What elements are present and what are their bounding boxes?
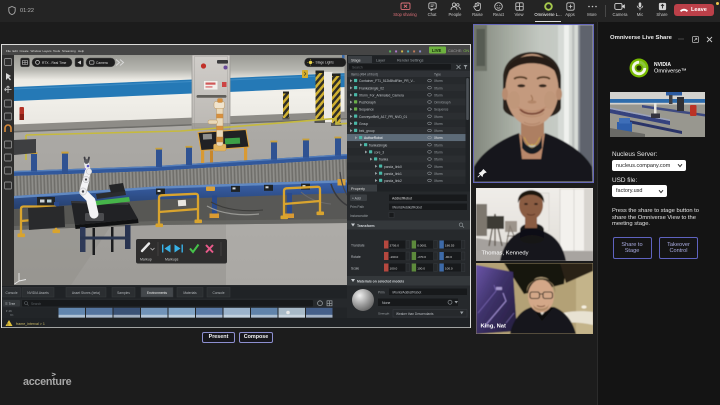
svg-text:100.0: 100.0	[390, 266, 398, 270]
svg-text:CACHE: ON: CACHE: ON	[448, 49, 469, 53]
svg-text:bek_group: bek_group	[359, 129, 375, 133]
svg-text:File: File	[6, 49, 11, 53]
svg-text:Xform: Xform	[434, 129, 443, 133]
svg-text:Xform: Xform	[434, 179, 443, 183]
svg-text:Console: Console	[212, 291, 224, 295]
svg-text:186.55: 186.55	[445, 243, 455, 247]
svg-text:Camera: Camera	[96, 61, 108, 65]
svg-text:Strength: Strength	[378, 312, 390, 316]
svg-text:AuthorRobot: AuthorRobot	[364, 136, 383, 140]
svg-text:Xform: Xform	[434, 151, 443, 155]
svg-text:100.0: 100.0	[417, 266, 425, 270]
svg-text:Xform: Xform	[434, 93, 443, 97]
svg-text:LIVE: LIVE	[432, 48, 442, 53]
svg-text:Help: Help	[78, 49, 85, 53]
svg-text:Thomas, Kennedy: Thomas, Kennedy	[482, 251, 529, 257]
svg-text:Edit: Edit	[13, 49, 18, 53]
svg-text:-270.0: -270.0	[417, 255, 426, 259]
svg-text:-160.0: -160.0	[390, 255, 399, 259]
svg-text:Markup: Markup	[140, 258, 152, 262]
svg-text:Render Settings: Render Settings	[397, 58, 424, 62]
svg-text:NVIDIA Assets: NVIDIA Assets	[27, 291, 49, 295]
svg-text:FrankaSingle_02: FrankaSingle_02	[359, 86, 384, 90]
svg-text:Environments: Environments	[147, 291, 168, 295]
svg-text:!: !	[7, 322, 8, 326]
svg-text:Asset Stores (beta): Asset Stores (beta)	[72, 291, 100, 295]
svg-text:/World/AddksfRobot: /World/AddksfRobot	[392, 291, 421, 295]
svg-text:panda_link0: panda_link0	[384, 165, 402, 169]
svg-text:Scale: Scale	[351, 266, 359, 270]
svg-text:Layers: Layers	[43, 49, 53, 53]
svg-text:-90.0: -90.0	[445, 255, 452, 259]
svg-text:Window: Window	[31, 49, 43, 53]
svg-text:3756.0: 3756.0	[390, 243, 400, 247]
svg-text:frame_interval > 1: frame_interval > 1	[16, 322, 45, 326]
svg-text:Sequence: Sequence	[434, 108, 449, 112]
svg-text:Tools: Tools	[53, 49, 61, 53]
svg-text:franka: franka	[379, 158, 388, 162]
svg-text:Xform: Xform	[434, 143, 443, 147]
svg-text:panda_link2: panda_link2	[384, 179, 402, 183]
svg-text:Property: Property	[351, 187, 365, 191]
svg-text:☰ Tree: ☰ Tree	[5, 302, 15, 306]
svg-text:RTX - Real Time: RTX - Real Time	[42, 61, 66, 65]
svg-text:Samples: Samples	[117, 291, 130, 295]
svg-text:OmniGraph: OmniGraph	[434, 101, 451, 105]
svg-text:None: None	[382, 301, 390, 305]
svg-text:PushGraph: PushGraph	[359, 101, 376, 105]
svg-text:Instanceable: Instanceable	[350, 214, 368, 218]
svg-text:Xform: Xform	[434, 115, 443, 119]
svg-text:8K: 8K	[10, 313, 14, 317]
svg-text:NVIDIA: NVIDIA	[654, 62, 671, 68]
svg-text:Xform_For_Animated_Camera: Xform_For_Animated_Camera	[359, 93, 404, 97]
svg-text:Search: Search	[31, 302, 41, 306]
svg-text:Weaker than Descendants: Weaker than Descendants	[396, 312, 434, 316]
svg-text:panda_link1: panda_link1	[384, 172, 402, 176]
svg-text:Streaming: Streaming	[62, 49, 76, 53]
svg-text:0.0001: 0.0001	[417, 243, 427, 247]
svg-text:Xform: Xform	[434, 86, 443, 90]
svg-text:Xform: Xform	[434, 79, 443, 83]
svg-text:Xform: Xform	[434, 122, 443, 126]
svg-text:Stage Lights: Stage Lights	[316, 61, 335, 65]
svg-text:AddksfRobot: AddksfRobot	[392, 197, 412, 201]
svg-text:Materials on selected models: Materials on selected models	[357, 280, 404, 284]
svg-text:Items (494 of front): Items (494 of front)	[351, 73, 378, 77]
svg-text:Materials: Materials	[183, 291, 197, 295]
svg-text:Rotate: Rotate	[351, 255, 361, 259]
svg-text:Transform: Transform	[357, 224, 375, 228]
svg-text:Markups: Markups	[165, 258, 179, 262]
svg-text:Xform: Xform	[434, 136, 443, 140]
svg-text:Xform: Xform	[434, 165, 443, 169]
svg-text:Console: Console	[5, 291, 17, 295]
svg-text:Create: Create	[20, 49, 29, 53]
svg-text:Search: Search	[352, 65, 363, 69]
svg-text:Type: Type	[434, 73, 441, 77]
svg-text:Layer: Layer	[376, 58, 386, 62]
svg-text:core_3: core_3	[374, 151, 384, 155]
svg-text:Group: Group	[359, 122, 368, 126]
svg-text:+ Add: + Add	[352, 197, 361, 201]
svg-text:Prim: Prim	[378, 291, 385, 295]
svg-text:Sequence: Sequence	[359, 108, 374, 112]
svg-text:Prim Path: Prim Path	[350, 205, 364, 209]
svg-text:King, Nat: King, Nat	[481, 324, 507, 330]
svg-text:frankaSingle: frankaSingle	[369, 143, 387, 147]
svg-text:Omniverse™: Omniverse™	[654, 69, 687, 75]
svg-text:Container_FT1_512kBfullRim_PR_: Container_FT1_512kBfullRim_PR_V...	[359, 79, 415, 83]
svg-text:100.0: 100.0	[445, 266, 453, 270]
svg-text:ConveyorBelt_A17_PR_NVD_01: ConveyorBelt_A17_PR_NVD_01	[359, 115, 407, 119]
svg-text:Xform: Xform	[434, 172, 443, 176]
svg-text:Xform: Xform	[434, 158, 443, 162]
svg-text:Translate: Translate	[351, 243, 365, 247]
svg-text:Stage: Stage	[351, 58, 361, 62]
svg-text:/World/AddksfRobot: /World/AddksfRobot	[392, 206, 422, 210]
